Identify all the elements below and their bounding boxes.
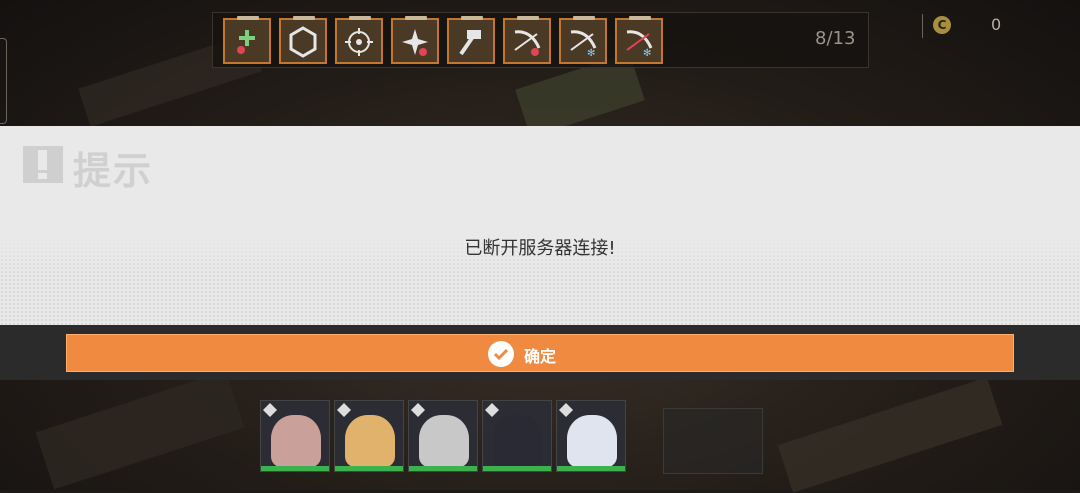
item-slot[interactable] xyxy=(503,16,551,64)
dialog-message: 已断开服务器连接! xyxy=(464,238,616,259)
item-slot[interactable]: ✻ xyxy=(615,16,663,64)
svg-text:✻: ✻ xyxy=(643,48,651,58)
item-slot[interactable] xyxy=(391,16,439,64)
hp-bar xyxy=(483,466,551,471)
debris-shape xyxy=(35,370,245,490)
hp-bar xyxy=(409,466,477,471)
hp-bar xyxy=(557,466,625,471)
item-slot[interactable] xyxy=(223,16,271,64)
hexagon-shield-icon xyxy=(289,26,317,58)
dialog-surface xyxy=(0,126,1080,236)
squad-member[interactable] xyxy=(556,400,626,472)
star-burst-icon xyxy=(402,29,428,56)
confirm-button[interactable]: 确定 xyxy=(66,334,1014,372)
shield-icon xyxy=(411,403,425,417)
character-portrait xyxy=(567,415,617,467)
debris-shape xyxy=(777,377,1003,493)
squad-member[interactable] xyxy=(260,400,330,472)
character-portrait xyxy=(271,415,321,467)
svg-text:✻: ✻ xyxy=(587,48,595,58)
side-panel-tab[interactable] xyxy=(0,38,7,124)
item-bar: ✻ ✻ 8/13 xyxy=(212,12,869,68)
hammer-icon xyxy=(337,403,351,417)
crosshair-icon xyxy=(559,403,573,417)
item-slot[interactable] xyxy=(447,16,495,64)
alert-dialog: 提示 已断开服务器连接! xyxy=(0,126,1080,325)
item-slot[interactable] xyxy=(335,16,383,64)
dialog-title: 提示 xyxy=(73,149,154,193)
squad-member[interactable] xyxy=(482,400,552,472)
item-count: 8/13 xyxy=(815,28,856,49)
hammer-icon xyxy=(459,30,481,56)
health-plus-icon xyxy=(237,30,255,54)
item-slot[interactable]: ✻ xyxy=(559,16,607,64)
coin-value: 0 xyxy=(991,15,1002,34)
character-portrait xyxy=(419,415,469,467)
currency-display: C 0 xyxy=(922,14,1023,38)
character-portrait xyxy=(345,415,395,467)
bow-snow-icon-2: ✻ xyxy=(626,30,653,58)
confirm-label: 确定 xyxy=(524,347,557,366)
character-portrait xyxy=(493,415,543,467)
checkmark-icon xyxy=(488,341,514,367)
empty-squad-slot[interactable] xyxy=(663,408,763,474)
squad-member[interactable] xyxy=(334,400,404,472)
bow-snow-icon: ✻ xyxy=(570,30,597,58)
item-slot[interactable] xyxy=(279,16,327,64)
exclamation-icon xyxy=(23,146,63,183)
crosshair-icon xyxy=(345,28,373,56)
hp-bar xyxy=(261,466,329,471)
snowflake-icon xyxy=(263,403,277,417)
hammer-icon xyxy=(485,403,499,417)
hp-bar xyxy=(335,466,403,471)
coin-icon: C xyxy=(933,16,951,34)
squad-member[interactable] xyxy=(408,400,478,472)
bow-heart-icon xyxy=(514,30,541,56)
